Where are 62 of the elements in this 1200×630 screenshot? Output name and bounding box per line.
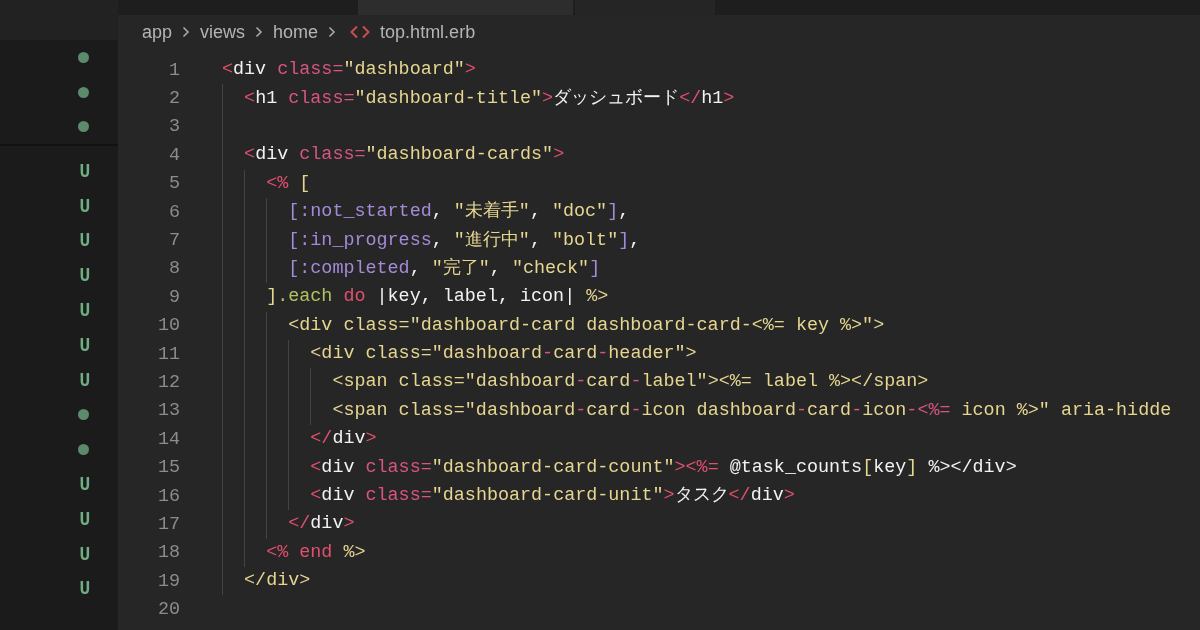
untracked-status: U <box>79 230 90 251</box>
line-number: 11 <box>156 343 180 365</box>
line-number: 10 <box>156 315 180 337</box>
line-number: 15 <box>156 457 180 479</box>
code-line: </div> <box>310 427 377 452</box>
line-number: 3 <box>167 116 180 138</box>
untracked-status: U <box>79 578 90 599</box>
line-number: 14 <box>156 428 180 450</box>
breadcrumb-item[interactable]: app <box>142 21 173 43</box>
line-number: 9 <box>167 286 180 308</box>
untracked-status: U <box>79 299 90 320</box>
line-number: 1 <box>167 59 180 81</box>
line-number: 20 <box>156 599 180 621</box>
untracked-status: U <box>79 543 90 564</box>
code-line: [:in_progress, "進行中", "bolt"], <box>288 228 641 253</box>
untracked-status: U <box>79 508 90 529</box>
code-line: <div class="dashboard-card-count"><%= @task_counts[key] %></div> <box>310 455 1017 480</box>
modified-dot-icon <box>78 408 89 420</box>
code-line: <% [ <box>266 171 311 196</box>
breadcrumb-item[interactable]: views <box>200 21 246 43</box>
chevron-icon <box>255 26 264 38</box>
untracked-status: U <box>79 265 90 286</box>
code-file-icon <box>350 25 371 39</box>
code-line: <div class="dashboard-card dashboard-card-<%= key %>"> <box>288 313 885 338</box>
modified-dot-icon <box>78 51 89 63</box>
line-number: 4 <box>167 144 180 166</box>
breadcrumb-file[interactable]: top.html.erb <box>380 21 476 43</box>
line-number: 12 <box>156 372 180 393</box>
breadcrumb-item[interactable]: home <box>273 21 319 43</box>
untracked-status: U <box>79 334 90 355</box>
line-number: 13 <box>156 400 180 422</box>
untracked-status: U <box>79 160 90 181</box>
code-line: <div class="dashboard-cards"> <box>244 143 565 168</box>
line-number: 5 <box>167 173 180 195</box>
untracked-status: U <box>79 473 90 494</box>
code-line: <span class="dashboard-card-label"><%= label %></span> <box>332 370 929 395</box>
code-line: <div class="dashboard-card-unit">タスク</div> <box>310 484 795 509</box>
code-line: [:not_started, "未着手", "doc"], <box>288 200 630 225</box>
line-number: 18 <box>156 542 180 564</box>
modified-dot-icon <box>78 86 89 98</box>
code-line: ].each do |key, label, icon| %> <box>266 285 609 310</box>
line-number: 8 <box>167 258 180 280</box>
line-number: 16 <box>156 485 180 507</box>
modified-dot-icon <box>78 121 89 133</box>
modified-dot-icon <box>78 443 89 455</box>
code-line: </div> <box>244 569 311 594</box>
line-number: 7 <box>167 230 180 252</box>
line-number: 17 <box>156 513 180 535</box>
code-line: <div class="dashboard-card-header"> <box>310 342 697 367</box>
chevron-icon <box>182 26 191 38</box>
code-line: <div class="dashboard"> <box>222 58 476 83</box>
line-number: 6 <box>167 201 180 223</box>
untracked-status: U <box>79 369 90 390</box>
chevron-icon <box>328 26 337 38</box>
code-line: [:completed, "完了", "check"] <box>288 256 601 281</box>
code-line: <% end %> <box>266 540 366 565</box>
line-number: 19 <box>156 570 180 592</box>
untracked-status: U <box>79 195 90 216</box>
line-number: 2 <box>167 88 180 110</box>
code-line: <span class="dashboard-card-icon dashboard-card-icon-<%= icon %>" aria-hidde <box>332 398 1172 423</box>
code-line: </div> <box>288 512 355 537</box>
code-line: <h1 class="dashboard-title">ダッシュボード</h1> <box>244 86 735 111</box>
